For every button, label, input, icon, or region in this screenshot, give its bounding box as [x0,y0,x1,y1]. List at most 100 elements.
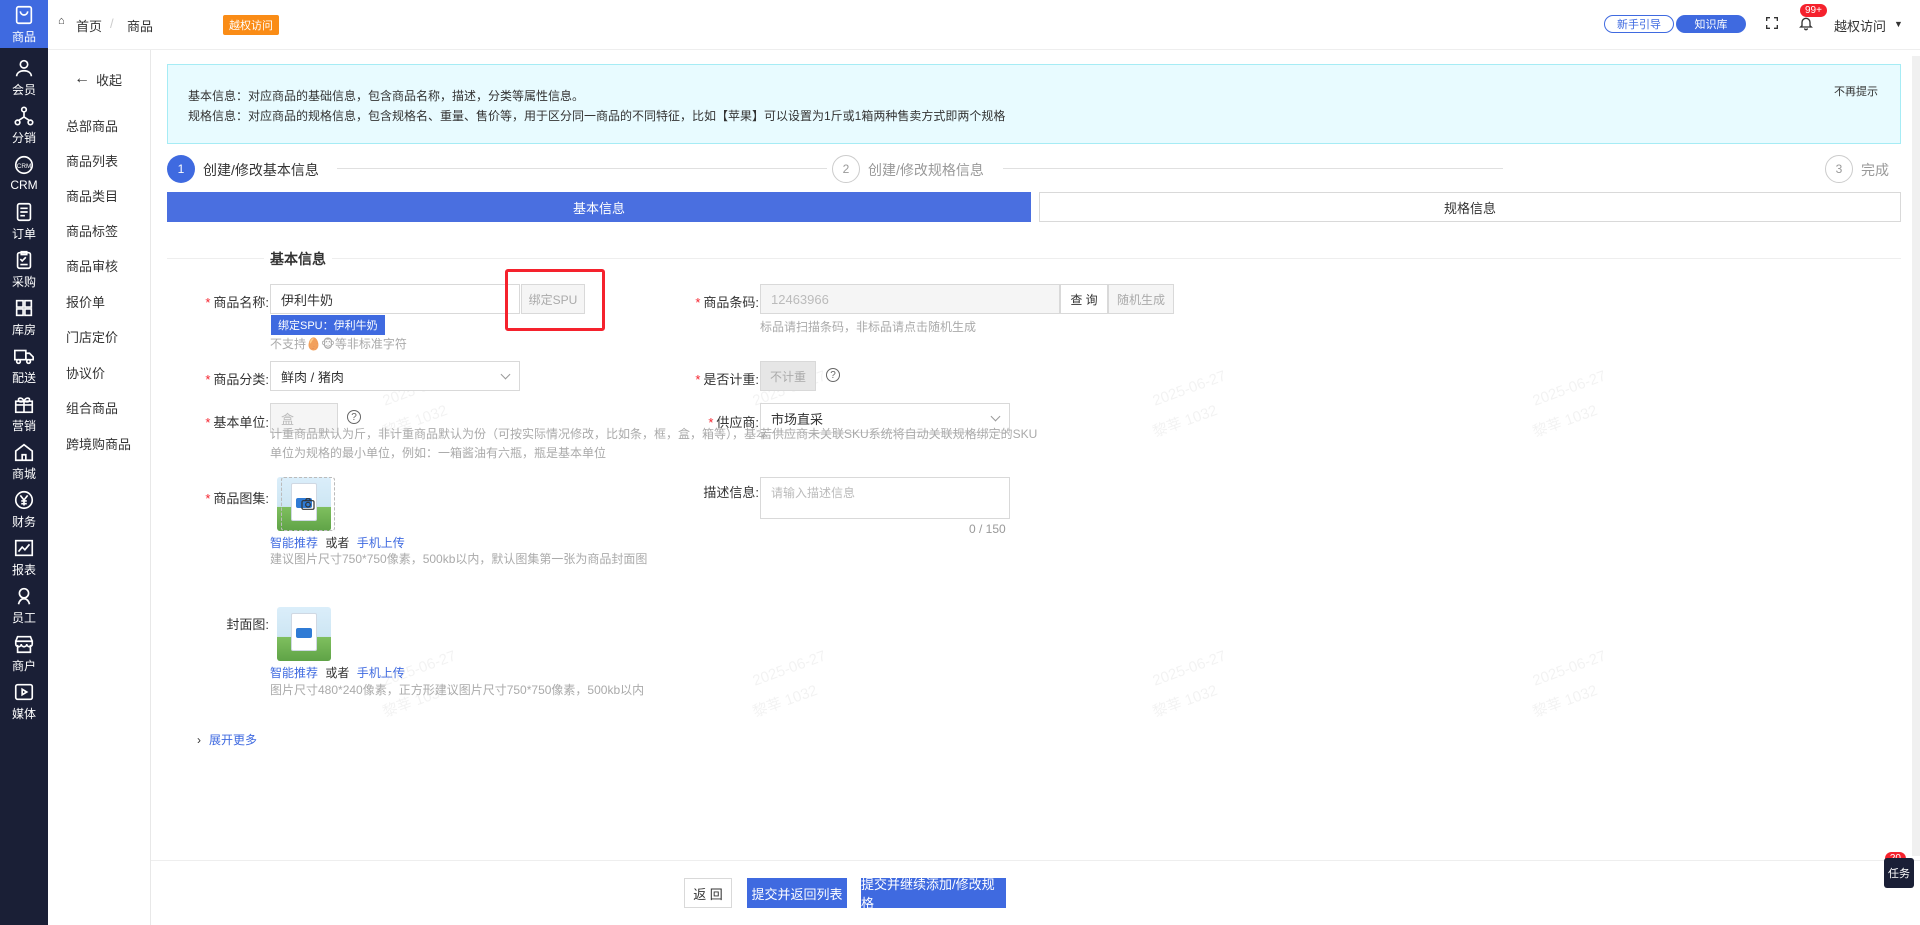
random-generate-button[interactable]: 随机生成 [1108,284,1174,314]
submenu-item[interactable]: 门店定价 [66,327,118,346]
rail-label: 配送 [11,370,36,385]
step-connector [337,168,827,169]
rail-label: 营销 [11,418,36,433]
scrollbar[interactable] [1912,56,1920,856]
description-textarea[interactable]: 请输入描述信息 [760,477,1010,519]
tab-basic-info[interactable]: 基本信息 [167,192,1031,222]
purchase-icon [13,249,35,271]
form-footer: 返 回 提交并返回列表 提交并继续添加/修改规格 [151,860,1920,925]
rail-label: 商品 [11,29,36,44]
product-name-input[interactable]: 伊利牛奶 [270,284,520,314]
or-text: 或者 [325,536,350,550]
submenu-item[interactable]: 商品审核 [66,256,118,275]
task-button[interactable]: 任务 [1884,858,1914,888]
category-select[interactable]: 鲜肉 / 猪肉 [270,361,520,391]
supplier-label: * 供应商: [708,415,759,430]
submenu-item[interactable]: 商品标签 [66,221,118,240]
rail-item-media[interactable]: 媒体 [0,672,48,730]
watermark-date: 2025-06-27 [1530,367,1609,410]
mobile-upload-link[interactable]: 手机上传 [357,536,405,550]
supplier-hint: 若供应商未关联SKU系统将自动关联规格绑定的SKU [760,427,1038,441]
rail-label: 商城 [11,466,36,481]
bell-icon[interactable] [1798,15,1816,33]
back-button[interactable]: 返 回 [684,878,732,908]
tip-line-basic: 基本信息：对应商品的基础信息，包含商品名称，描述，分类等属性信息。 [188,89,585,103]
rail-label: 商户 [11,658,36,673]
gallery-label: * 商品图集: [205,491,269,506]
top-header: ⌂ 首页 / 商品 越权访问 新手引导 知识库 99+ 越权访问 ▼ [48,0,1920,50]
rail-label: 媒体 [11,706,36,721]
home-icon [13,441,35,463]
weigh-toggle[interactable]: 不计重 [760,361,816,391]
notification-badge: 99+ [1800,4,1827,17]
barcode-label: * 商品条码: [695,295,759,310]
chevron-right-icon: › [197,733,201,747]
rail-item-goods[interactable]: 商品 [0,0,48,48]
submenu-item[interactable]: 总部商品 [66,116,118,135]
submenu-item[interactable]: 商品列表 [66,151,118,170]
user-menu[interactable]: 越权访问 [1834,16,1886,35]
shop-icon [13,633,35,655]
submenu-item[interactable]: 商品类目 [66,186,118,205]
submenu-item[interactable]: 跨境购商品 [66,434,131,453]
step-1-circle: 1 [167,155,195,183]
tab-spec-info[interactable]: 规格信息 [1039,192,1901,222]
media-icon [13,681,35,703]
or-text: 或者 [325,666,350,680]
staff-icon [13,585,35,607]
chart-icon [13,537,35,559]
category-label: * 商品分类: [205,372,269,387]
smart-recommend-link[interactable]: 智能推荐 [270,666,318,680]
query-button[interactable]: 查 询 [1060,284,1108,314]
cover-hint: 图片尺寸480*240像素，正方形建议图片尺寸750*750像素，500kb以内 [270,683,645,697]
step-3-label: 完成 [1861,162,1889,178]
bag-icon [13,4,35,26]
rail-label: 员工 [11,610,36,625]
image-add-button[interactable] [281,477,335,531]
step-connector [1003,168,1503,169]
question-icon[interactable]: ? [826,368,840,382]
smart-recommend-link[interactable]: 智能推荐 [270,536,318,550]
breadcrumb-home[interactable]: 首页 [76,16,102,35]
expand-more-toggle[interactable]: › 展开更多 [197,731,257,750]
barcode-hint: 标品请扫描条码，非标品请点击随机生成 [760,320,977,334]
barcode-input[interactable]: 12463966 [760,284,1060,314]
app-rail: 商品 会员 分销 CRM CRM 订单 采购 库房 配送 营销 商城 财务 报表… [0,0,48,925]
watermark-date: 2025-06-27 [1150,647,1229,690]
warehouse-grid-icon [13,297,35,319]
cover-image-thumbnail[interactable] [277,607,331,661]
steps-bar: 1 创建/修改基本信息 2 创建/修改规格信息 3 完成 [167,154,1901,184]
dismiss-tip-link[interactable]: 不再提示 [1834,83,1878,99]
rail-label: 库房 [11,322,36,337]
question-icon[interactable]: ? [347,410,361,424]
chevron-down-icon [500,369,511,380]
product-name-hint: 不支持🥚🐵等非标准字符 [270,337,407,351]
step-2-circle: 2 [832,155,860,183]
mobile-upload-link[interactable]: 手机上传 [357,666,405,680]
rail-label: 采购 [11,274,36,289]
watermark-date: 2025-06-27 [750,647,829,690]
submit-continue-button[interactable]: 提交并继续添加/修改规格 [861,877,1006,911]
knowledge-base-button[interactable]: 知识库 [1676,15,1746,33]
share-tree-icon [13,105,35,127]
highlight-box [505,269,605,331]
category-value: 鲜肉 / 猪肉 [281,369,344,385]
rail-label: 财务 [11,514,36,529]
submenu-item[interactable]: 组合商品 [66,398,118,417]
submenu-item[interactable]: 协议价 [66,363,105,382]
guide-button[interactable]: 新手引导 [1604,15,1674,33]
breadcrumb-separator: / [110,16,114,31]
arrow-left-icon: ← [73,70,90,87]
rail-label: 订单 [11,226,36,241]
step-2-label: 创建/修改规格信息 [868,162,984,178]
chevron-down-icon [990,411,1001,422]
section-divider [167,258,1901,259]
breadcrumb-current: 商品 [127,19,154,34]
caret-down-icon[interactable]: ▼ [1894,19,1903,29]
user-icon [13,57,35,79]
fullscreen-icon[interactable] [1764,15,1782,33]
weigh-label: * 是否计重: [695,372,759,387]
submit-return-button[interactable]: 提交并返回列表 [747,878,847,908]
submenu-item[interactable]: 报价单 [66,292,105,311]
collapse-button[interactable]: ← 收起 [48,65,148,93]
